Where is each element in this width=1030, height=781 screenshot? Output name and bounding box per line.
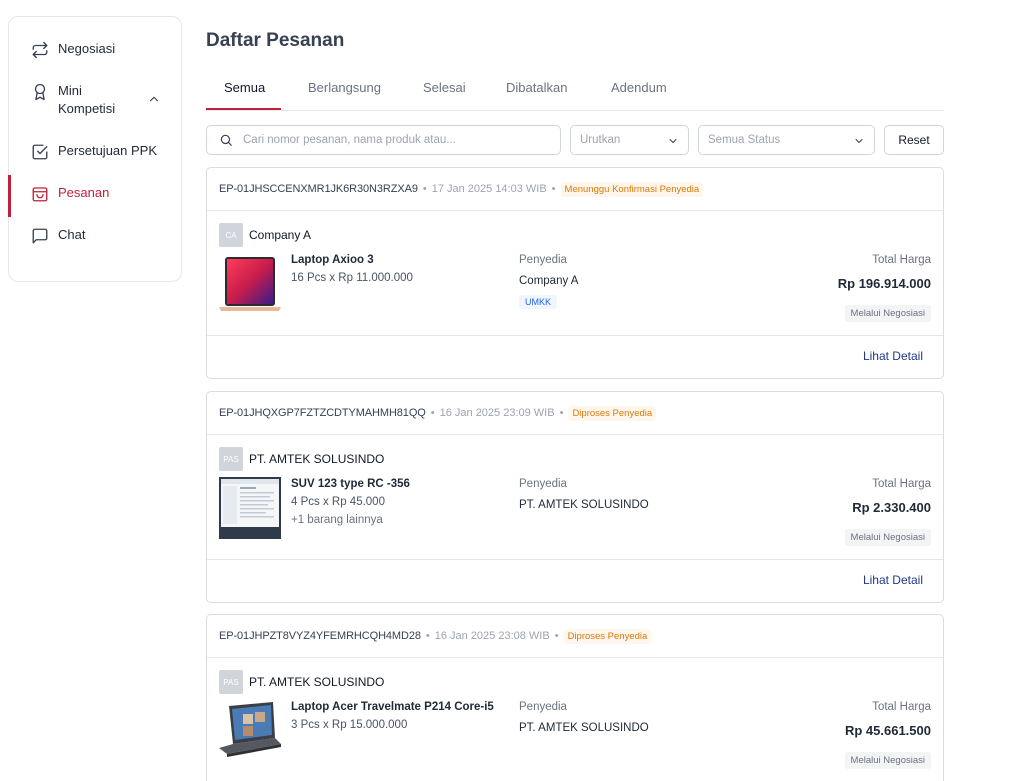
order-header: EP-01JHSCCENXMR1JK6R30N3RZXA9 • 17 Jan 2… <box>207 168 943 211</box>
vendor-label: Penyedia <box>519 254 567 266</box>
tab-semua[interactable]: Semua <box>224 80 265 95</box>
sort-select[interactable]: Urutkan <box>570 125 689 155</box>
active-tab-indicator <box>206 108 281 110</box>
view-detail-link[interactable]: Lihat Detail <box>863 349 923 363</box>
order-body: PAS PT. AMTEK SOLUSINDO Laptop Acer Trav… <box>207 658 943 781</box>
separator: • <box>422 183 427 195</box>
separator: • <box>551 183 556 195</box>
avatar: PAS <box>219 670 243 694</box>
status-badge: Diproses Penyedia <box>563 628 652 644</box>
sidebar-item-pesanan[interactable]: Pesanan <box>8 175 181 226</box>
view-detail-link[interactable]: Lihat Detail <box>863 573 923 587</box>
sidebar-item-mini-kompetisi[interactable]: Mini Kompetisi <box>9 82 181 142</box>
sidebar-item-negosiasi[interactable]: Negosiasi <box>9 40 181 82</box>
sidebar-item-label: Negosiasi <box>58 41 116 56</box>
total-price: Rp 45.661.500 <box>844 723 931 738</box>
vendor-badge: UMKK <box>519 295 558 309</box>
order-number: EP-01JHPZT8VYZ4YFEMRHCQH4MD28 <box>219 630 421 642</box>
status-select[interactable]: Semua Status <box>698 125 875 155</box>
seller-info: PAS PT. AMTEK SOLUSINDO <box>219 670 384 694</box>
tab-adendum[interactable]: Adendum <box>611 80 667 95</box>
order-card: EP-01JHSCCENXMR1JK6R30N3RZXA9 • 17 Jan 2… <box>206 167 944 379</box>
page-title: Daftar Pesanan <box>206 30 345 51</box>
tab-berlangsung[interactable]: Berlangsung <box>308 80 381 95</box>
separator: • <box>559 407 564 419</box>
method-badge: Melalui Negosiasi <box>844 305 931 322</box>
vendor-name: PT. AMTEK SOLUSINDO <box>519 722 649 734</box>
order-date: 16 Jan 2025 23:08 WIB <box>434 630 550 642</box>
product-name: Laptop Axioo 3 <box>291 254 374 266</box>
order-card: EP-01JHQXGP7FZTZCDTYMAHMH81QQ • 16 Jan 2… <box>206 391 944 603</box>
vendor-name: PT. AMTEK SOLUSINDO <box>519 499 649 511</box>
separator: • <box>430 407 435 419</box>
product-quantity: 3 Pcs x Rp 15.000.000 <box>291 719 408 731</box>
vendor-name: Company A <box>519 275 579 287</box>
sidebar-item-label: Mini Kompetisi <box>58 83 116 116</box>
checkbox-icon <box>32 144 48 160</box>
method-badge: Melalui Negosiasi <box>844 529 931 546</box>
product-image <box>219 257 281 311</box>
vendor-label: Penyedia <box>519 701 567 713</box>
award-ribbon-icon <box>34 83 46 101</box>
order-number: EP-01JHSCCENXMR1JK6R30N3RZXA9 <box>219 183 418 195</box>
seller-name: Company A <box>249 228 312 242</box>
order-date: 17 Jan 2025 14:03 WIB <box>431 183 547 195</box>
seller-name: PT. AMTEK SOLUSINDO <box>249 452 385 466</box>
chevron-up-icon[interactable] <box>147 92 161 106</box>
sidebar-item-chat[interactable]: Chat <box>9 226 181 268</box>
status-select-value: Semua Status <box>708 134 781 146</box>
order-body: CA Company A Laptop Axioo 3 16 Pcs x Rp … <box>207 211 943 336</box>
method-badge: Melalui Negosiasi <box>844 752 931 769</box>
tab-selesai[interactable]: Selesai <box>423 80 466 95</box>
separator: • <box>425 630 430 642</box>
seller-name: PT. AMTEK SOLUSINDO <box>249 675 385 689</box>
product-quantity: 4 Pcs x Rp 45.000 <box>291 496 385 508</box>
product-name: SUV 123 type RC -356 <box>291 478 410 490</box>
order-body: PAS PT. AMTEK SOLUSINDO SUV 123 type RC … <box>207 435 943 560</box>
search-box[interactable] <box>206 125 561 155</box>
avatar: CA <box>219 223 243 247</box>
order-footer: Lihat Detail <box>207 336 943 378</box>
tab-bar: Semua Berlangsung Selesai Dibatalkan Ade… <box>206 72 944 111</box>
total-price: Rp 196.914.000 <box>837 276 931 291</box>
avatar: PAS <box>219 447 243 471</box>
total-price: Rp 2.330.400 <box>852 500 931 515</box>
status-badge: Diproses Penyedia <box>568 405 657 421</box>
chat-bubble-icon <box>32 228 48 244</box>
sidebar-item-persetujuan-ppk[interactable]: Persetujuan PPK <box>9 142 181 184</box>
separator: • <box>554 630 559 642</box>
chevron-down-icon <box>669 139 677 143</box>
order-date: 16 Jan 2025 23:09 WIB <box>439 407 555 419</box>
seller-info: PAS PT. AMTEK SOLUSINDO <box>219 447 384 471</box>
seller-info: CA Company A <box>219 223 311 247</box>
order-header: EP-01JHPZT8VYZ4YFEMRHCQH4MD28 • 16 Jan 2… <box>207 615 943 658</box>
search-input[interactable] <box>243 134 543 146</box>
product-name: Laptop Acer Travelmate P214 Core-i5 <box>291 701 494 713</box>
swap-arrows-icon <box>32 41 48 59</box>
tab-dibatalkan[interactable]: Dibatalkan <box>506 80 567 95</box>
status-badge: Menunggu Konfirmasi Penyedia <box>560 181 704 197</box>
shopping-bag-icon <box>32 187 48 202</box>
total-label: Total Harga <box>872 478 931 490</box>
sidebar-item-label: Pesanan <box>58 185 110 200</box>
product-quantity: 16 Pcs x Rp 11.000.000 <box>291 272 413 284</box>
total-label: Total Harga <box>872 701 931 713</box>
product-image <box>219 477 281 539</box>
product-image <box>219 702 281 757</box>
order-card: EP-01JHPZT8VYZ4YFEMRHCQH4MD28 • 16 Jan 2… <box>206 614 944 781</box>
reset-button[interactable]: Reset <box>884 125 944 155</box>
vendor-label: Penyedia <box>519 478 567 490</box>
order-number: EP-01JHQXGP7FZTZCDTYMAHMH81QQ <box>219 407 426 419</box>
sidebar-item-label: Persetujuan PPK <box>58 143 158 158</box>
search-icon <box>220 134 232 146</box>
chevron-down-icon <box>855 139 863 143</box>
total-label: Total Harga <box>872 254 931 266</box>
sidebar: Negosiasi Mini Kompetisi Persetujuan PPK… <box>8 16 182 282</box>
sidebar-item-label: Chat <box>58 227 86 242</box>
more-items-text: +1 barang lainnya <box>291 514 383 526</box>
order-header: EP-01JHQXGP7FZTZCDTYMAHMH81QQ • 16 Jan 2… <box>207 392 943 435</box>
sort-select-value: Urutkan <box>580 134 621 146</box>
order-footer: Lihat Detail <box>207 560 943 602</box>
